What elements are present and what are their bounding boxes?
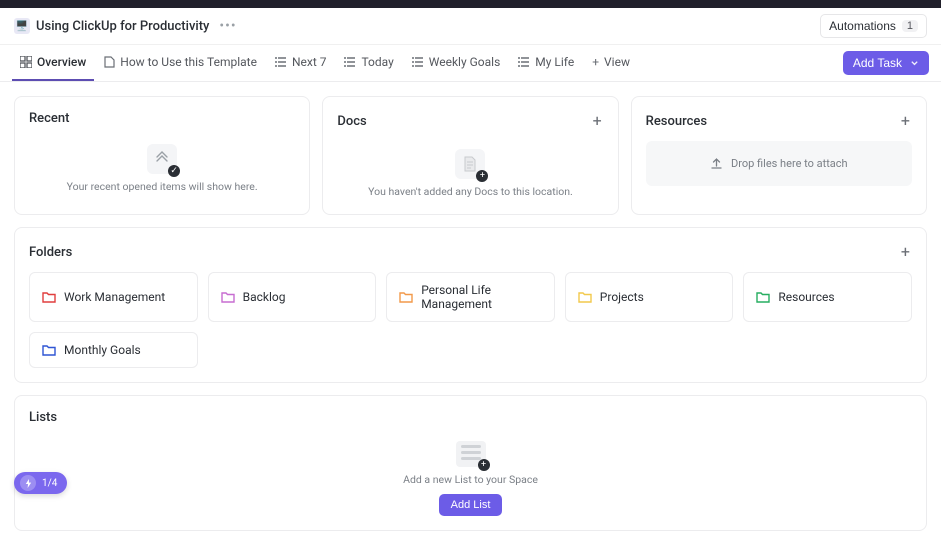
tab-label: View (604, 55, 630, 69)
onboarding-progress-pill[interactable]: 1/4 (14, 472, 67, 494)
docs-empty-text: You haven't added any Docs to this locat… (368, 185, 573, 198)
tab-label: Weekly Goals (429, 55, 501, 69)
folder-tile[interactable]: Backlog (208, 272, 377, 322)
add-resource-button[interactable]: + (899, 111, 912, 131)
folder-name: Resources (778, 290, 834, 304)
tab-next-7[interactable]: Next 7 (267, 45, 335, 81)
lists-title: Lists (29, 410, 57, 425)
folder-tile[interactable]: Projects (565, 272, 734, 322)
folder-icon (578, 291, 592, 303)
list-empty-icon: + (456, 441, 486, 467)
list-icon (412, 56, 424, 68)
add-task-label: Add Task (853, 56, 902, 70)
tab-label: How to Use this Template (120, 55, 257, 69)
upload-icon (710, 157, 723, 170)
folder-name: Personal Life Management (421, 283, 542, 311)
automations-button[interactable]: Automations 1 (820, 14, 927, 38)
list-icon (344, 56, 356, 68)
tab-today[interactable]: Today (336, 45, 401, 81)
window-top-bar (0, 0, 941, 8)
bolt-icon (20, 475, 36, 491)
folder-tile[interactable]: Monthly Goals (29, 332, 198, 368)
chevron-down-icon (910, 59, 919, 68)
plus-icon: + (592, 55, 599, 69)
plus-badge-icon: + (478, 459, 490, 471)
tab-add-view[interactable]: + View (584, 45, 638, 81)
tab-label: Today (361, 55, 393, 69)
page-header: 🖥️ Using ClickUp for Productivity ••• Au… (0, 8, 941, 45)
tab-overview[interactable]: Overview (12, 45, 94, 81)
page-title: Using ClickUp for Productivity (36, 19, 209, 34)
doc-icon (104, 56, 115, 68)
space-icon: 🖥️ (14, 18, 30, 34)
tab-label: My Life (535, 55, 574, 69)
folder-name: Backlog (243, 290, 286, 304)
folder-name: Work Management (64, 290, 165, 304)
tab-how-to-use[interactable]: How to Use this Template (96, 45, 265, 81)
lists-empty-text: Add a new List to your Space (403, 473, 538, 486)
add-folder-button[interactable]: + (899, 242, 912, 262)
folder-tile[interactable]: Personal Life Management (386, 272, 555, 322)
docs-card: Docs + + You haven't added any Docs to t… (322, 96, 618, 215)
docs-title: Docs (337, 114, 366, 129)
recent-card: Recent ✓ Your recent opened items will s… (14, 96, 310, 215)
folder-icon (42, 291, 56, 303)
recent-title: Recent (29, 111, 69, 126)
list-icon (275, 56, 287, 68)
folder-icon (399, 291, 413, 303)
resources-title: Resources (646, 114, 707, 129)
folders-title: Folders (29, 245, 72, 260)
tab-label: Next 7 (292, 55, 327, 69)
folder-name: Monthly Goals (64, 343, 141, 357)
folder-name: Projects (600, 290, 644, 304)
recent-empty-text: Your recent opened items will show here. (67, 180, 258, 193)
add-doc-button[interactable]: + (591, 111, 604, 131)
list-icon (518, 56, 530, 68)
tab-my-life[interactable]: My Life (510, 45, 582, 81)
grid-icon (20, 56, 32, 68)
folder-tile[interactable]: Work Management (29, 272, 198, 322)
dropzone-text: Drop files here to attach (731, 157, 848, 170)
folder-tile[interactable]: Resources (743, 272, 912, 322)
add-task-button[interactable]: Add Task (843, 51, 929, 75)
more-options-icon[interactable]: ••• (215, 18, 240, 34)
plus-badge-icon: + (476, 170, 488, 182)
check-badge-icon: ✓ (168, 165, 180, 177)
progress-label: 1/4 (42, 478, 57, 489)
doc-empty-icon: + (455, 149, 485, 179)
folder-icon (756, 291, 770, 303)
lists-card: Lists + Add a new List to your Space Add… (14, 395, 927, 531)
tab-weekly-goals[interactable]: Weekly Goals (404, 45, 509, 81)
automations-count-badge: 1 (902, 20, 918, 32)
folder-icon (221, 291, 235, 303)
resources-card: Resources + Drop files here to attach (631, 96, 927, 215)
add-list-button[interactable]: Add List (439, 494, 503, 516)
folder-icon (42, 344, 56, 356)
tab-label: Overview (37, 55, 86, 69)
recent-empty-icon: ✓ (147, 144, 177, 174)
view-tabs: Overview How to Use this Template Next 7… (0, 45, 941, 82)
folders-card: Folders + Work Management Backlog Person… (14, 227, 927, 383)
file-dropzone[interactable]: Drop files here to attach (646, 141, 912, 186)
automations-label: Automations (829, 19, 896, 33)
